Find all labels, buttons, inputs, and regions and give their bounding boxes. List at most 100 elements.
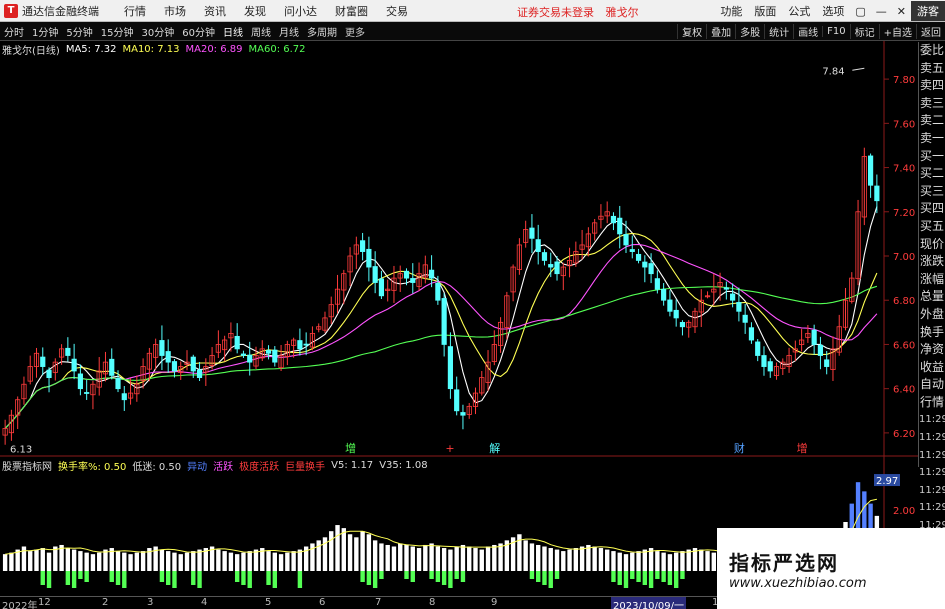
turnover-down-bar [623,571,629,588]
turnover-bar [460,544,466,571]
y-tick-label: 6.40 [893,385,915,396]
candle-body [648,263,654,275]
candle-body [548,264,554,268]
sidebar-label[interactable]: 收益 [919,359,945,377]
close-icon[interactable]: ✕ [892,5,911,18]
back-button[interactable]: 返回 [916,24,945,39]
sidebar-label[interactable]: 行情 [919,394,945,412]
guest-label[interactable]: 游客 [911,1,945,21]
turnover-down-bar [191,571,196,585]
turnover-down-bar [435,571,441,582]
sidebar-label[interactable]: 净资 [919,341,945,359]
turnover-bar [134,552,140,571]
add-watchlist-button[interactable]: +自选 [878,24,916,39]
menu-item-discover[interactable]: 发现 [235,3,275,19]
turnover-bar [485,546,491,571]
turnover-bar [222,551,227,571]
sidebar-label[interactable]: 涨幅 [919,271,945,289]
turnover-bar [372,540,378,571]
menu-item-ask[interactable]: 问小达 [275,3,326,19]
menu-item-quotes[interactable]: 行情 [115,3,155,19]
adjust-button[interactable]: 复权 [677,24,706,39]
sidebar-label[interactable]: 卖三 [919,95,945,113]
candle-body [874,185,880,202]
turnover-bar [285,552,290,571]
turnover-bar [165,551,171,571]
turnover-down-bar [636,571,641,582]
turnover-down-bar [611,571,616,582]
sidebar-label[interactable]: 卖一 [919,130,945,148]
stats-button[interactable]: 统计 [764,24,793,39]
sidebar-label[interactable]: 委比 [919,42,945,60]
x-tick-label: 9 [491,597,498,608]
menu-item-formula[interactable]: 公式 [782,3,816,19]
tab-15min[interactable]: 15分钟 [97,24,138,39]
sidebar-label[interactable]: 自动 [919,376,945,394]
menu-item-trade[interactable]: 交易 [377,3,417,19]
tab-intraday[interactable]: 分时 [0,24,28,39]
candle-body [667,299,673,312]
candlestick-chart[interactable]: 6.20 6.40 6.60 6.80 7.00 7.20 7.40 7.60 7.80 7.84… [0,41,918,596]
overlay-button[interactable]: 叠加 [706,24,735,39]
candle-body [824,359,830,367]
menu-item-news[interactable]: 资讯 [195,3,235,19]
sub-y-label: 2.97 [876,476,898,487]
sidebar-label[interactable]: 卖五 [919,60,945,78]
sidebar-label[interactable]: 换手 [919,324,945,342]
candle-body [247,354,253,363]
sidebar-label[interactable]: 买四 [919,200,945,218]
turnover-down-bar [297,571,303,588]
candle-body [297,340,303,350]
turnover-down-bar [680,571,685,579]
turnover-bar [630,552,635,571]
f10-button[interactable]: F10 [822,26,849,37]
sidebar-label[interactable]: 卖二 [919,112,945,130]
app-title: 通达信金融终端 [22,4,99,18]
tab-monthly[interactable]: 月线 [275,24,303,39]
sidebar-label[interactable]: 总量 [919,288,945,306]
mark-button[interactable]: 标记 [849,24,879,39]
x-tick-label: 6 [319,597,326,608]
candle-body [46,369,52,379]
sidebar-label[interactable]: 外盘 [919,306,945,324]
candle-body [196,369,203,379]
tab-30min[interactable]: 30分钟 [137,24,178,39]
x-tick-label: 4 [201,597,208,608]
turnover-bar [529,543,535,571]
turnover-down-bar [197,571,202,588]
menu-item-options[interactable]: 选项 [816,3,850,19]
login-notice[interactable]: 证券交易未登录 雅戈尔 [517,4,639,20]
sidebar-label[interactable]: 涨跌 [919,253,945,271]
menu-item-wealth[interactable]: 财富圈 [326,3,377,19]
candle-body [736,302,742,312]
turnover-down-bar [617,571,622,585]
turnover-down-bar [360,571,365,582]
menu-item-function[interactable]: 功能 [714,3,748,19]
tab-daily[interactable]: 日线 [219,24,247,39]
draw-button[interactable]: 画线 [793,24,822,39]
y-tick-label: 6.80 [893,296,915,307]
tab-more[interactable]: 更多 [341,24,369,39]
menu-item-layout[interactable]: 版面 [748,3,782,19]
sidebar-label[interactable]: 现价 [919,236,945,254]
sidebar-label[interactable]: 买五 [919,218,945,236]
multi-stock-button[interactable]: 多股 [735,24,764,39]
tab-1min[interactable]: 1分钟 [28,24,62,39]
sidebar-label[interactable]: 卖四 [919,77,945,95]
restore-icon[interactable]: ▢ [850,5,870,18]
tab-multi-period[interactable]: 多周期 [303,24,341,39]
turnover-down-bar [454,571,459,579]
minimize-icon[interactable]: — [871,5,892,18]
tab-5min[interactable]: 5分钟 [62,24,96,39]
tag-huge-turnover: 巨量换手 [285,461,326,473]
menu-item-market[interactable]: 市场 [155,3,195,19]
turnover-down-bar [648,571,654,588]
sidebar-label[interactable]: 买一 [919,148,945,166]
turnover-bar [379,543,384,571]
tab-60min[interactable]: 60分钟 [178,24,219,39]
tab-weekly[interactable]: 周线 [247,24,275,39]
sidebar-label[interactable]: 买三 [919,183,945,201]
sidebar-label[interactable]: 买二 [919,165,945,183]
turnover-bar [561,551,566,571]
turnover-down-bar [84,571,89,582]
